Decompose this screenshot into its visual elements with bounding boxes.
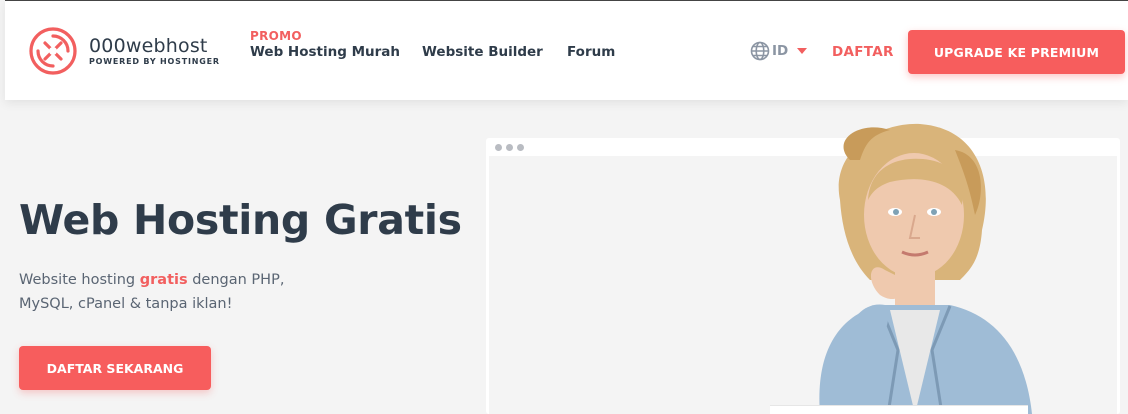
- window-dot-icon: [495, 144, 502, 151]
- signup-link[interactable]: DAFTAR: [832, 44, 894, 60]
- browser-bottom-strip: [770, 405, 1028, 414]
- hero-person-image: [819, 123, 1032, 414]
- nav-item-website-builder[interactable]: Website Builder: [422, 44, 543, 60]
- logo-swirl-icon: [29, 27, 77, 75]
- language-selector[interactable]: ID: [750, 41, 808, 61]
- logo-name: 000webhost: [89, 35, 208, 57]
- nav-item-forum[interactable]: Forum: [567, 44, 615, 60]
- window-dot-icon: [506, 144, 513, 151]
- nav-item-web-hosting-murah[interactable]: Web Hosting Murah: [250, 44, 400, 60]
- hero-highlight: gratis: [139, 272, 188, 288]
- upgrade-premium-button[interactable]: UPGRADE KE PREMIUM: [908, 30, 1125, 74]
- logo-tagline: POWERED BY HOSTINGER: [89, 57, 220, 66]
- window-dot-icon: [517, 144, 524, 151]
- globe-icon: [750, 41, 770, 61]
- promo-tag: PROMO: [250, 29, 302, 43]
- language-code: ID: [772, 43, 789, 59]
- signup-now-button[interactable]: DAFTAR SEKARANG: [19, 346, 211, 390]
- hero-description: Website hosting gratis dengan PHP, MySQL…: [19, 272, 285, 312]
- hero-title: Web Hosting Gratis: [19, 196, 462, 244]
- caret-down-icon: [797, 48, 808, 54]
- site-header: 000webhost POWERED BY HOSTINGER PROMO We…: [5, 0, 1128, 100]
- logo[interactable]: 000webhost POWERED BY HOSTINGER: [25, 23, 220, 79]
